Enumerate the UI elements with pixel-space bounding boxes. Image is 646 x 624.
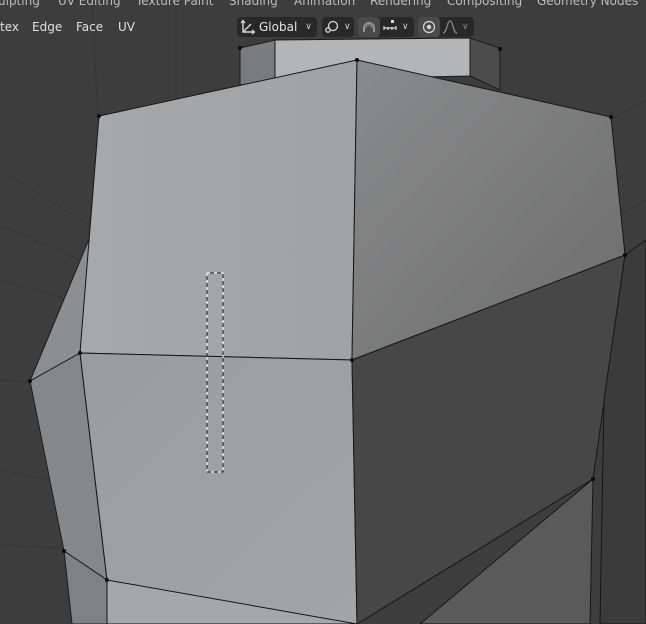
chevron-down-icon[interactable]: ∨: [462, 22, 469, 32]
chevron-down-icon: ∨: [344, 22, 351, 32]
menu-face[interactable]: Face: [76, 19, 103, 35]
pivot-point-dropdown[interactable]: ∨: [322, 17, 354, 37]
snapping-group: ∨: [358, 17, 414, 37]
menu-vertex[interactable]: tex: [0, 19, 19, 35]
tab-sculpting[interactable]: ulpting: [0, 0, 40, 8]
transform-orientation-icon: [237, 17, 259, 37]
tab-compositing[interactable]: Compositing: [447, 0, 522, 8]
pivot-point-icon: [322, 17, 342, 37]
falloff-curve-icon[interactable]: [440, 17, 460, 37]
tab-uv-editing[interactable]: UV Editing: [58, 0, 121, 8]
snap-magnet-icon[interactable]: [358, 17, 380, 37]
tab-rendering[interactable]: Rendering: [370, 0, 431, 8]
chevron-down-icon: ∨: [305, 22, 312, 32]
viewport-header: tex Edge Face UV Global ∨ ∨ ∨ ∨: [0, 14, 646, 40]
tab-shading[interactable]: Shading: [229, 0, 278, 8]
menu-uv[interactable]: UV: [118, 19, 135, 35]
snap-increment-icon[interactable]: [380, 17, 400, 37]
chevron-down-icon[interactable]: ∨: [402, 22, 409, 32]
tab-texture-paint[interactable]: Texture Paint: [136, 0, 213, 8]
mesh-face-front-upper: [79, 59, 358, 361]
orientation-label: Global: [259, 20, 298, 34]
tab-animation[interactable]: Animation: [294, 0, 355, 8]
transform-orientation-dropdown[interactable]: Global ∨: [237, 17, 317, 37]
tab-geometry-nodes[interactable]: Geometry Nodes: [537, 0, 638, 8]
proportional-editing-icon[interactable]: [418, 17, 440, 37]
3d-viewport[interactable]: [0, 0, 646, 624]
menu-edge[interactable]: Edge: [32, 19, 62, 35]
workspace-tabs: ulpting UV Editing Texture Paint Shading…: [0, 0, 646, 8]
proportional-editing-group: ∨: [418, 17, 474, 37]
